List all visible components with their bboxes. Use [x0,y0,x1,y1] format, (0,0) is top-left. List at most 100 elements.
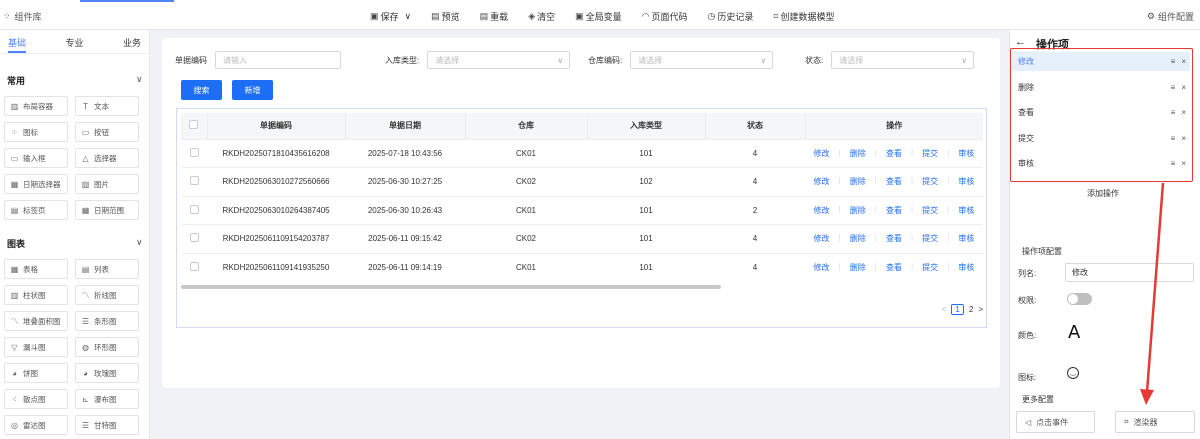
operation-item[interactable]: 查看 ≡ × [1012,103,1190,122]
group-title-charts[interactable]: 图表 [7,237,25,250]
component-item[interactable]: ▤ 标签页 [4,200,68,220]
drag-handle-icon[interactable]: ≡ [1171,57,1176,66]
select-all-header[interactable] [181,113,208,139]
component-item[interactable]: T 文本 [75,96,139,116]
component-item[interactable]: ◍ 环形图 [75,337,139,357]
component-item[interactable]: ▽ 漏斗图 [4,337,68,357]
close-icon[interactable]: × [1181,134,1186,143]
add-operation-button[interactable]: 添加操作 [1087,188,1119,199]
tab-business[interactable]: 业务 [123,36,141,53]
tab-basic[interactable]: 基础 [8,36,27,53]
operation-item[interactable]: 删除 ≡ × [1012,78,1190,97]
drag-handle-icon[interactable]: ≡ [1171,108,1176,117]
toolbar-preview-button[interactable]: ▤ 预览 [431,10,460,23]
chevron-down-icon[interactable]: ∨ [136,237,143,248]
component-item[interactable]: ▨ 图片 [75,174,139,194]
component-item[interactable]: ◎ 雷达图 [4,415,68,435]
horizontal-scrollbar[interactable] [181,285,721,289]
row-action-link[interactable]: 提交 [922,148,938,159]
row-action-link[interactable]: 修改 [814,233,830,244]
close-icon[interactable]: × [1181,159,1186,168]
row-action-link[interactable]: 删除 [850,233,866,244]
component-item[interactable]: ⁘ 图标 [4,122,68,142]
row-action-link[interactable]: 删除 [850,205,866,216]
row-action-link[interactable]: 审核 [958,233,974,244]
component-item[interactable]: ▭ 输入框 [4,148,68,168]
operation-item[interactable]: 审核 ≡ × [1012,154,1190,173]
row-action-link[interactable]: 提交 [922,205,938,216]
search-button[interactable]: 搜索 [181,80,222,100]
checkbox[interactable] [189,176,199,186]
component-item[interactable]: ▦ 表格 [4,259,68,279]
renderer-button[interactable]: ⌗ 渲染器 [1115,411,1195,433]
row-action-link[interactable]: 提交 [922,233,938,244]
component-item[interactable]: ▤ 列表 [75,259,139,279]
row-action-link[interactable]: 审核 [958,262,974,273]
prev-page-button[interactable]: < [942,305,947,314]
row-action-link[interactable]: 修改 [814,176,830,187]
toolbar-clear-button[interactable]: ◈ 清空 [528,10,555,23]
status-select[interactable]: 请选择 ∨ [831,51,975,69]
component-item[interactable]: ◕ 玫瑰图 [75,363,139,383]
warehouse-code-select[interactable]: 请选择 ∨ [630,51,774,69]
checkbox[interactable] [189,147,199,157]
add-button[interactable]: 新增 [232,80,273,100]
row-action-link[interactable]: 审核 [958,205,974,216]
operation-item[interactable]: 修改 ≡ × [1012,52,1190,71]
toolbar-reload-button[interactable]: ▤ 重载 [480,10,509,23]
checkbox[interactable] [189,204,199,214]
row-action-link[interactable]: 查看 [886,205,902,216]
row-action-link[interactable]: 删除 [850,262,866,273]
row-action-link[interactable]: 查看 [886,176,902,187]
component-config-header[interactable]: ⚙ 组件配置 [1147,10,1194,23]
click-event-button[interactable]: ◁ 点击事件 [1016,411,1095,433]
component-library-header[interactable]: ⁘ 组件库 [3,10,42,23]
page-2-button[interactable]: 2 [969,305,973,314]
component-item[interactable]: ◕ 饼图 [4,363,68,383]
component-item[interactable]: ☰ 条形图 [75,311,139,331]
checkbox[interactable] [189,120,199,130]
component-item[interactable]: ⁖ 散点图 [4,389,68,409]
drag-handle-icon[interactable]: ≡ [1171,159,1176,168]
component-item[interactable]: ▥ 布局容器 [4,96,68,116]
row-action-link[interactable]: 审核 [958,148,974,159]
toolbar-code-button[interactable]: ◠ 页面代码 [642,10,688,23]
checkbox[interactable] [189,262,199,271]
smile-icon[interactable]: ‿ [1067,367,1079,379]
toolbar-save-button[interactable]: ▣ 保存 ∨ [370,10,411,23]
row-action-link[interactable]: 查看 [886,233,902,244]
component-item[interactable]: ⊾ 瀑布图 [75,389,139,409]
row-action-link[interactable]: 提交 [922,176,938,187]
toolbar-history-button[interactable]: ◷ 历史记录 [708,10,754,23]
row-action-link[interactable]: 查看 [886,148,902,159]
row-action-link[interactable]: 查看 [886,262,902,273]
column-name-input[interactable]: 修改 [1065,263,1194,282]
close-icon[interactable]: × [1181,108,1186,117]
page-1-button[interactable]: 1 [951,304,964,315]
checkbox[interactable] [189,233,199,243]
next-page-button[interactable]: > [978,305,983,314]
permission-toggle[interactable] [1067,293,1092,305]
toolbar-global-var-button[interactable]: ▣ 全局变量 [575,10,622,23]
font-color-icon[interactable]: A [1068,322,1080,343]
row-action-link[interactable]: 修改 [814,148,830,159]
component-item[interactable]: ☰ 甘特图 [75,415,139,435]
component-item[interactable]: 〽堆叠面积图 [4,311,68,331]
component-item[interactable]: △ 选择器 [75,148,139,168]
row-action-link[interactable]: 删除 [850,148,866,159]
close-icon[interactable]: × [1181,57,1186,66]
doc-code-input[interactable]: 请输入 [215,51,341,69]
row-action-link[interactable]: 提交 [922,262,938,273]
row-action-link[interactable]: 删除 [850,176,866,187]
row-action-link[interactable]: 修改 [814,262,830,273]
component-item[interactable]: ▦ 日期范围 [75,200,139,220]
group-title-common[interactable]: 常用 [7,74,25,87]
tab-professional[interactable]: 专业 [65,36,83,53]
row-action-link[interactable]: 修改 [814,205,830,216]
component-item[interactable]: ▭ 按钮 [75,122,139,142]
component-item[interactable]: 〽折线图 [75,285,139,305]
component-item[interactable]: ▥ 柱状图 [4,285,68,305]
chevron-down-icon[interactable]: ∨ [136,74,143,85]
close-icon[interactable]: × [1181,83,1186,92]
inbound-type-select[interactable]: 请选择 ∨ [427,51,571,69]
